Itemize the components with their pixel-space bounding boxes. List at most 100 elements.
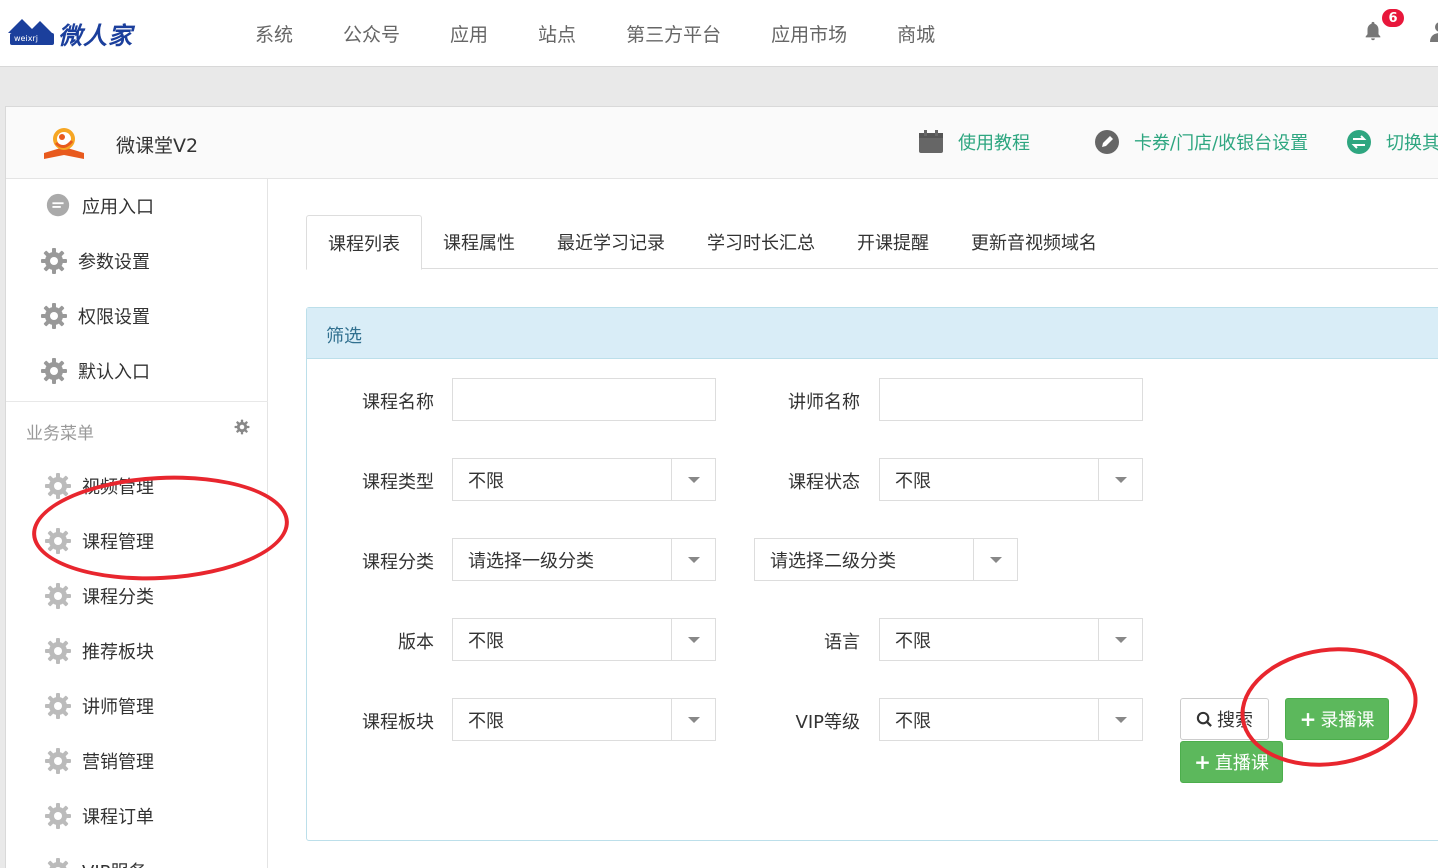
tutorial-link-label: 使用教程 bbox=[958, 133, 1030, 154]
sidebar-item-course-category[interactable]: 课程分类 bbox=[6, 571, 268, 621]
sidebar-item-course-orders[interactable]: 课程订单 bbox=[6, 791, 268, 841]
house-logo-icon: weixrj bbox=[6, 17, 56, 49]
version-value: 不限 bbox=[468, 630, 504, 652]
sidebar-item-permissions[interactable]: 权限设置 bbox=[6, 291, 268, 341]
add-live-course-label: 直播课 bbox=[1214, 753, 1269, 774]
coupon-store-settings-link[interactable]: 卡券/门店/收银台设置 bbox=[1094, 129, 1308, 155]
gear-icon bbox=[44, 582, 72, 610]
gear-icon bbox=[40, 357, 68, 385]
sidebar-item-label: 课程分类 bbox=[82, 587, 154, 608]
sidebar-item-vip-service[interactable]: VIP服务 bbox=[6, 846, 268, 868]
calendar-icon bbox=[918, 129, 944, 155]
nav-item-site[interactable]: 站点 bbox=[513, 20, 601, 47]
tab-course-list[interactable]: 课程列表 bbox=[306, 215, 422, 270]
plus-icon: + bbox=[1194, 750, 1211, 774]
sidebar-item-label: 视频管理 bbox=[82, 477, 154, 498]
course-name-input[interactable] bbox=[452, 378, 716, 421]
logo-text: 微人家 bbox=[58, 20, 133, 50]
sidebar-item-label: 参数设置 bbox=[78, 252, 150, 273]
search-button-label: 搜索 bbox=[1217, 710, 1253, 731]
sidebar-item-label: 营销管理 bbox=[82, 752, 154, 773]
course-block-label: 课程板块 bbox=[362, 712, 434, 733]
gear-icon bbox=[44, 472, 72, 500]
sidebar-item-app-entry[interactable]: 应用入口 bbox=[6, 181, 268, 231]
language-select[interactable]: 不限 bbox=[879, 618, 1143, 661]
search-icon bbox=[1196, 711, 1212, 727]
course-status-label: 课程状态 bbox=[788, 472, 860, 493]
section-settings-gear-icon[interactable] bbox=[234, 419, 252, 437]
app-panel: 微课堂V2 使用教程 卡券/门店/收银台设置 切换其 应用入口 参数设置 权限设… bbox=[5, 106, 1438, 868]
sidebar-item-course-management[interactable]: 课程管理 bbox=[6, 516, 268, 566]
gear-icon bbox=[44, 692, 72, 720]
app-header: 微课堂V2 使用教程 卡券/门店/收银台设置 切换其 bbox=[6, 107, 1438, 179]
gear-icon bbox=[44, 747, 72, 775]
nav-item-third-party[interactable]: 第三方平台 bbox=[601, 20, 746, 47]
category-level2-value: 请选择二级分类 bbox=[770, 550, 896, 572]
add-live-course-button[interactable]: + 直播课 bbox=[1180, 741, 1283, 783]
app-name: 微课堂V2 bbox=[116, 135, 199, 157]
language-value: 不限 bbox=[895, 630, 931, 652]
vip-level-label: VIP等级 bbox=[795, 712, 860, 733]
chevron-down-icon bbox=[671, 699, 715, 740]
sidebar-item-teacher-management[interactable]: 讲师管理 bbox=[6, 681, 268, 731]
brand-logo[interactable]: weixrj 微人家 bbox=[6, 16, 133, 50]
sidebar-item-video-management[interactable]: 视频管理 bbox=[6, 461, 268, 511]
language-label: 语言 bbox=[824, 632, 860, 653]
version-select[interactable]: 不限 bbox=[452, 618, 716, 661]
category-level1-select[interactable]: 请选择一级分类 bbox=[452, 538, 716, 581]
teacher-name-label: 讲师名称 bbox=[788, 392, 860, 413]
tab-study-time-summary[interactable]: 学习时长汇总 bbox=[686, 215, 836, 269]
teacher-name-input[interactable] bbox=[879, 378, 1143, 421]
vip-level-value: 不限 bbox=[895, 710, 931, 732]
course-name-label: 课程名称 bbox=[362, 392, 434, 413]
tab-course-reminder[interactable]: 开课提醒 bbox=[836, 215, 950, 269]
chevron-down-icon bbox=[1098, 699, 1142, 740]
sidebar-item-recommend-block[interactable]: 推荐板块 bbox=[6, 626, 268, 676]
gear-icon bbox=[40, 247, 68, 275]
course-block-select[interactable]: 不限 bbox=[452, 698, 716, 741]
course-status-value: 不限 bbox=[895, 470, 931, 492]
sidebar-item-marketing[interactable]: 营销管理 bbox=[6, 736, 268, 786]
main-nav: 系统 公众号 应用 站点 第三方平台 应用市场 商城 bbox=[230, 0, 960, 67]
pencil-icon bbox=[1094, 129, 1120, 155]
sidebar-item-label: 默认入口 bbox=[78, 362, 150, 383]
course-type-select[interactable]: 不限 bbox=[452, 458, 716, 501]
coupon-store-settings-label: 卡券/门店/收银台设置 bbox=[1134, 133, 1309, 154]
filter-title: 筛选 bbox=[326, 326, 362, 347]
nav-item-official-account[interactable]: 公众号 bbox=[318, 20, 425, 47]
tab-recent-study-records[interactable]: 最近学习记录 bbox=[536, 215, 686, 269]
tab-course-attributes[interactable]: 课程属性 bbox=[422, 215, 536, 269]
switch-link[interactable]: 切换其 bbox=[1346, 129, 1438, 155]
user-icon[interactable] bbox=[1428, 20, 1438, 44]
gear-icon bbox=[40, 302, 68, 330]
chat-icon bbox=[44, 192, 72, 220]
filter-header: 筛选 bbox=[307, 308, 1438, 359]
add-recorded-course-button[interactable]: + 录播课 bbox=[1285, 698, 1389, 740]
app-logo-icon bbox=[42, 125, 86, 161]
course-type-value: 不限 bbox=[468, 470, 504, 492]
nav-item-apps[interactable]: 应用 bbox=[425, 20, 513, 47]
category-level2-select[interactable]: 请选择二级分类 bbox=[754, 538, 1018, 581]
chevron-down-icon bbox=[1098, 619, 1142, 660]
chevron-down-icon bbox=[671, 459, 715, 500]
nav-item-system[interactable]: 系统 bbox=[230, 20, 318, 47]
course-type-label: 课程类型 bbox=[362, 472, 434, 493]
sidebar-item-label: 推荐板块 bbox=[82, 642, 154, 663]
gear-icon bbox=[44, 857, 72, 868]
plus-icon: + bbox=[1299, 707, 1317, 731]
sidebar-item-label: 课程订单 bbox=[82, 807, 154, 828]
chevron-down-icon bbox=[671, 539, 715, 580]
tab-update-media-domain[interactable]: 更新音视频域名 bbox=[950, 215, 1118, 269]
sidebar-item-default-entry[interactable]: 默认入口 bbox=[6, 346, 268, 396]
sidebar-item-params[interactable]: 参数设置 bbox=[6, 236, 268, 286]
course-status-select[interactable]: 不限 bbox=[879, 458, 1143, 501]
gear-icon bbox=[44, 802, 72, 830]
sidebar-item-label: VIP服务 bbox=[82, 858, 146, 868]
tutorial-link[interactable]: 使用教程 bbox=[918, 129, 1030, 155]
nav-item-app-market[interactable]: 应用市场 bbox=[746, 20, 872, 47]
gear-icon bbox=[44, 637, 72, 665]
add-recorded-course-label: 录播课 bbox=[1320, 710, 1375, 731]
nav-item-mall[interactable]: 商城 bbox=[872, 20, 960, 47]
search-button[interactable]: 搜索 bbox=[1180, 698, 1269, 740]
vip-level-select[interactable]: 不限 bbox=[879, 698, 1143, 741]
